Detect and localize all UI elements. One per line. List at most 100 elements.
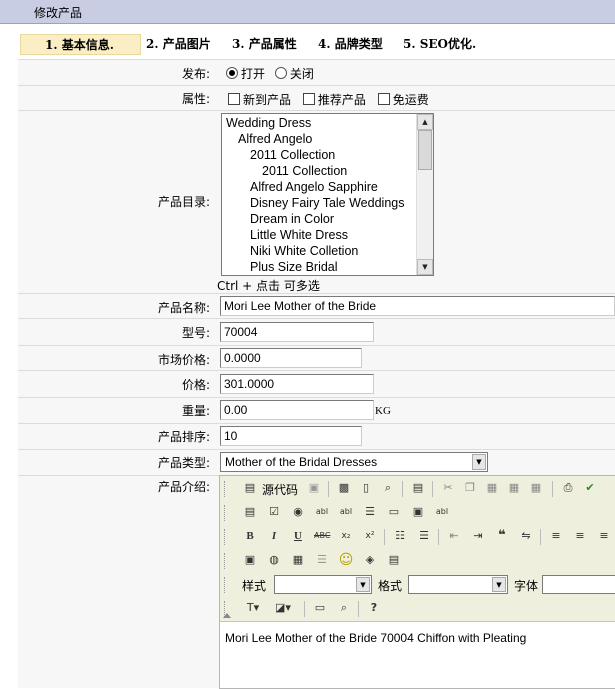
free-shipping-checkbox[interactable] [377,93,390,105]
chevron-down-icon[interactable]: ▼ [472,454,486,470]
type-label: 产品类型: [157,456,210,470]
list-item[interactable]: Little White Dress [250,228,348,242]
scroll-thumb[interactable] [418,130,432,170]
format-select[interactable]: ▼ [408,575,508,594]
recommended-checkbox[interactable] [302,93,315,105]
spellcheck-icon[interactable]: ✔ [582,480,598,496]
market-price-input[interactable]: 0.0000 [220,348,362,368]
div-container-icon[interactable]: ⇋ [518,528,534,544]
category-scrollbar[interactable]: ▲ ▼ [416,114,433,275]
publish-open-label: 打开 [241,67,266,81]
button-tool-icon[interactable]: ▭ [386,504,402,520]
bg-color-icon[interactable]: ◪▾ [272,600,294,616]
tab-product-images[interactable]: 2. 产品图片 [146,34,211,55]
list-item[interactable]: Niki White Colletion [250,244,358,258]
scroll-up-icon[interactable]: ▲ [417,114,433,130]
smiley-icon[interactable]: ☺ [338,552,354,568]
name-label: 产品名称: [157,301,210,315]
paste-word-icon[interactable]: ▦ [528,480,544,496]
save-icon[interactable]: ▩ [336,480,352,496]
paste-icon[interactable]: ▦ [484,480,500,496]
textfield-tool-icon[interactable]: abl [314,504,330,520]
new-product-checkbox[interactable] [228,93,240,105]
collapse-toolbar-icon[interactable] [223,613,231,618]
source-icon[interactable]: ▤ [242,480,258,496]
blockquote-icon[interactable]: ❝ [494,528,510,544]
chevron-down-icon[interactable]: ▼ [356,577,370,592]
attributes-row: 属性: 新到产品 推荐产品 免运费 [18,85,615,110]
chevron-down-icon[interactable]: ▼ [492,577,506,592]
textarea-tool-icon[interactable]: abl [338,504,354,520]
product-name-input[interactable]: Mori Lee Mother of the Bride [220,296,615,316]
sort-input[interactable]: 10 [220,426,362,446]
templates-icon[interactable]: ▤ [410,480,426,496]
superscript-icon[interactable]: x² [362,528,378,544]
preview-icon[interactable]: ⌕ [380,480,396,496]
scroll-down-icon[interactable]: ▼ [417,259,433,275]
indent-icon[interactable]: ⇥ [470,528,486,544]
hidden-field-tool-icon[interactable]: abl [434,504,450,520]
category-listbox[interactable]: Wedding Dress Alfred Angelo 2011 Collect… [221,113,434,276]
numbered-list-icon[interactable]: ☷ [392,528,408,544]
print-icon[interactable]: ⎙ [560,480,576,496]
market-price-row: 市场价格: 0.0000 [18,345,615,370]
source-code-button[interactable]: 源代码 [262,481,298,498]
select-tool-icon[interactable]: ☰ [362,504,378,520]
style-select[interactable]: ▼ [274,575,372,594]
editor-content[interactable]: Mori Lee Mother of the Bride 70004 Chiff… [225,631,526,645]
model-input[interactable]: 70004 [220,322,374,342]
publish-label: 发布: [181,67,210,81]
tab-product-attributes[interactable]: 3. 产品属性 [232,34,297,55]
checkbox-tool-icon[interactable]: ☑ [266,504,282,520]
recommended-label: 推荐产品 [317,93,366,107]
align-right-icon[interactable]: ≡ [596,528,612,544]
show-blocks-icon[interactable]: ⌕ [336,600,352,616]
publish-open-radio[interactable] [226,67,238,79]
price-label: 价格: [181,378,210,392]
list-item[interactable]: Alfred Angelo [238,132,312,146]
page-break-icon[interactable]: ▤ [386,552,402,568]
text-color-icon[interactable]: T▾ [242,600,264,616]
table-icon[interactable]: ▦ [290,552,306,568]
tab-seo[interactable]: 5. SEO优化. [403,34,476,55]
special-char-icon[interactable]: ◈ [362,552,378,568]
list-item[interactable]: Alfred Angelo Sapphire [250,180,378,194]
free-shipping-label: 免运费 [392,93,429,107]
list-item[interactable]: 2011 Collection [262,164,347,178]
publish-close-radio[interactable] [274,67,287,79]
italic-icon[interactable]: I [266,528,282,544]
new-page-icon[interactable]: ▯ [358,480,374,496]
horizontal-rule-icon[interactable]: ☰ [314,552,330,568]
multiselect-hint: Ctrl + 点击 可多选 [217,279,320,293]
copy-icon[interactable]: ❐ [462,480,478,496]
flash-icon[interactable]: ◍ [266,552,282,568]
paste-text-icon[interactable]: ▦ [506,480,522,496]
maximize-icon[interactable]: ▭ [312,600,328,616]
form-icon[interactable]: ▤ [242,504,258,520]
outdent-icon[interactable]: ⇤ [446,528,462,544]
cut-icon[interactable]: ✂ [440,480,456,496]
bulleted-list-icon[interactable]: ☰ [416,528,432,544]
tab-brand-type[interactable]: 4. 品牌类型 [318,34,383,55]
strikethrough-icon[interactable]: ABC [314,528,330,544]
list-item[interactable]: Disney Fairy Tale Weddings [250,196,404,210]
list-item[interactable]: Plus Size Bridal [250,260,338,274]
image-icon[interactable]: ▣ [242,552,258,568]
font-select[interactable] [542,575,615,594]
list-item[interactable]: 2011 Collection [250,148,335,162]
radio-tool-icon[interactable]: ◉ [290,504,306,520]
help-icon[interactable]: ? [366,600,382,616]
align-left-icon[interactable]: ≡ [548,528,564,544]
attributes-label: 属性: [181,92,210,106]
align-center-icon[interactable]: ≡ [572,528,588,544]
list-item[interactable]: Wedding Dress [226,116,311,130]
price-input[interactable]: 301.0000 [220,374,374,394]
tab-basic-info[interactable]: 1. 基本信息. [20,34,141,55]
subscript-icon[interactable]: x₂ [338,528,354,544]
weight-input[interactable]: 0.00 [220,400,374,420]
image-button-tool-icon[interactable]: ▣ [410,504,426,520]
product-type-select[interactable]: Mother of the Bridal Dresses ▼ [220,452,488,472]
bold-icon[interactable]: B [242,528,258,544]
list-item[interactable]: Dream in Color [250,212,334,226]
underline-icon[interactable]: U [290,528,306,544]
